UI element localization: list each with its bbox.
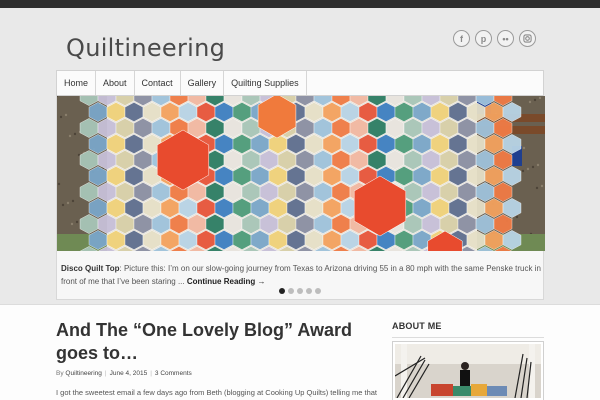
facebook-icon[interactable]: f xyxy=(453,30,470,47)
slide-caption: Disco Quilt Top: Picture this: I’m on ou… xyxy=(61,262,541,288)
post-meta: By Quiltineering | June 4, 2015 | 3 Comments xyxy=(56,370,192,377)
slide-caption-text: : Picture this: I’m on our slow-going jo… xyxy=(61,264,541,286)
nav-item-home[interactable]: Home xyxy=(57,71,97,95)
slider-dot[interactable] xyxy=(315,288,321,294)
nav-item-gallery[interactable]: Gallery xyxy=(181,71,225,95)
meta-separator: | xyxy=(104,370,107,377)
post-comments-link[interactable]: 3 Comments xyxy=(155,370,192,377)
main-nav: Home About Contact Gallery Quilting Supp… xyxy=(56,70,544,96)
featured-slider: Disco Quilt Top: Picture this: I’m on ou… xyxy=(56,96,545,300)
slider-dot[interactable] xyxy=(288,288,294,294)
slider-dots xyxy=(279,288,321,294)
post-author-link[interactable]: Quiltineering xyxy=(65,370,102,377)
slide-caption-title[interactable]: Disco Quilt Top xyxy=(61,264,120,273)
social-icons: f p •• xyxy=(453,30,536,47)
main-content: And The “One Lovely Blog” Award goes to…… xyxy=(0,304,600,400)
instagram-icon[interactable] xyxy=(519,30,536,47)
continue-reading-link[interactable]: Continue Reading → xyxy=(187,277,266,286)
slider-dot[interactable] xyxy=(297,288,303,294)
about-me-photo[interactable] xyxy=(392,341,544,400)
nav-item-contact[interactable]: Contact xyxy=(135,71,181,95)
slide-image[interactable] xyxy=(57,96,545,251)
post-excerpt: I got the sweetest email a few days ago … xyxy=(56,388,378,397)
nav-item-quilting-supplies[interactable]: Quilting Supplies xyxy=(224,71,307,95)
pinterest-icon[interactable]: p xyxy=(475,30,492,47)
site-title[interactable]: Quiltineering xyxy=(66,34,225,62)
slider-dot[interactable] xyxy=(306,288,312,294)
meta-prefix: By xyxy=(56,370,66,377)
nav-item-about[interactable]: About xyxy=(96,71,135,95)
post-date-link[interactable]: June 4, 2015 xyxy=(110,370,148,377)
about-me-heading: ABOUT ME xyxy=(392,321,544,338)
flickr-icon[interactable]: •• xyxy=(497,30,514,47)
slider-dot[interactable] xyxy=(279,288,285,294)
top-bar xyxy=(0,0,600,8)
meta-separator: | xyxy=(150,370,152,377)
post-title[interactable]: And The “One Lovely Blog” Award goes to… xyxy=(56,319,356,365)
